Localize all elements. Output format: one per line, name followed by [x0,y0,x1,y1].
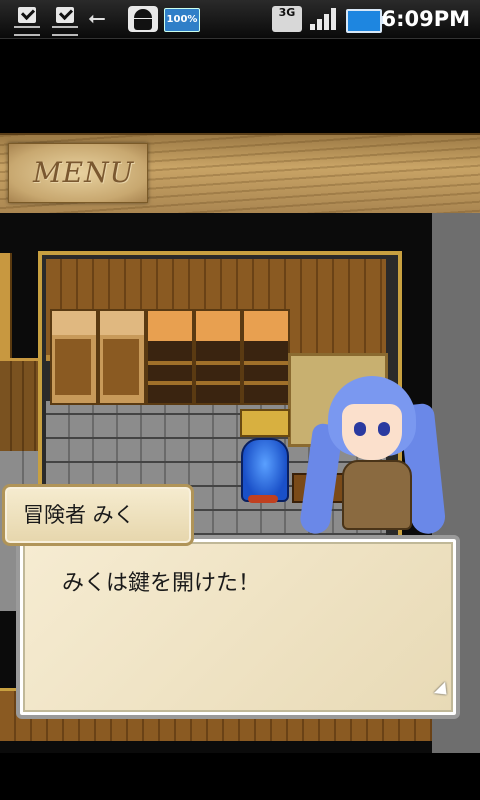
signal-icon [310,6,340,32]
speaker-name: 冒険者 みく [23,503,135,527]
battery-icon [346,9,385,33]
menu-bar: MENU [0,133,480,218]
dialogue-box[interactable]: みくは鍵を開けた！ [16,535,460,719]
menu-button[interactable]: MENU [8,143,148,203]
left-wall [0,253,12,373]
battery-badge: 100% [164,8,200,32]
android-debug-icon [128,6,158,32]
shelf[interactable] [194,309,242,405]
character-portrait [298,364,447,536]
treasure-chest[interactable] [240,409,290,437]
speaker-name-box: 冒険者 みく [2,484,194,546]
3g-data-icon: 3G [272,6,302,32]
player-character[interactable] [241,438,289,502]
shelf[interactable] [146,309,194,405]
cabinet[interactable] [50,309,98,405]
notification-check-icon[interactable] [50,6,80,36]
notification-check-icon[interactable] [12,6,42,36]
cabinet[interactable] [98,309,146,405]
player-feet [248,495,278,503]
menu-label: MENU [33,156,135,189]
advance-cursor-icon [433,681,453,701]
usb-icon: ⭠ [88,6,106,31]
dialogue-text: みくは鍵を開けた！ [62,571,261,596]
status-bar: ⭠ 100% 3G 6:09PM [0,0,480,39]
clock: 6:09PM [381,7,470,31]
shelf[interactable] [242,309,290,405]
